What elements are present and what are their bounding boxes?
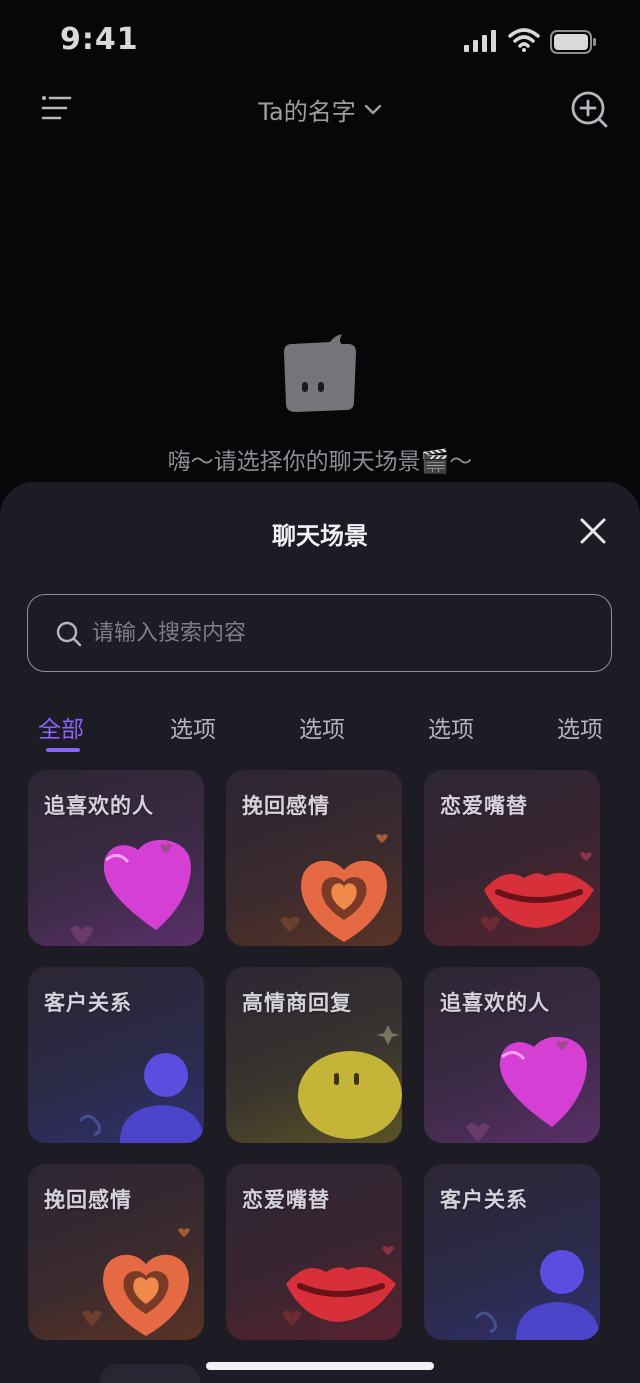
scene-card-label: 追喜欢的人 [440,991,550,1015]
scene-card[interactable]: 追喜欢的人 [28,770,204,946]
scene-card-label: 恋爱嘴替 [242,1188,330,1212]
tab-option-3[interactable]: 选项 [428,710,474,744]
chat-bubble-mascot-icon [284,334,356,412]
tab-option-2[interactable]: 选项 [299,710,345,744]
app-screen: 9:41 Ta的名字 嗨～请选择你的聊天场景🎬～ 聊天场景 请输入搜索内容 全部… [0,0,640,1383]
new-chat-icon[interactable] [570,90,610,130]
scene-card[interactable]: 挽回感情 [28,1164,204,1340]
battery-icon [550,30,596,54]
search-box[interactable] [27,594,612,672]
status-time: 9:41 [60,22,139,57]
scene-card-label: 高情商回复 [242,991,352,1015]
wifi-icon [508,28,540,52]
search-icon [56,621,82,647]
signal-icon [464,30,496,52]
scene-sheet: 聊天场景 全部 选项 选项 选项 选项 [0,482,640,1383]
scene-card[interactable]: 挽回感情 [226,770,402,946]
status-bar: 9:41 [0,0,640,86]
nav-title: Ta的名字 [258,98,356,126]
empty-state-text: 嗨～请选择你的聊天场景🎬～ [167,449,473,475]
scene-card[interactable]: 追喜欢的人 [424,967,600,1143]
scene-card-label: 恋爱嘴替 [440,794,528,818]
top-nav: Ta的名字 [0,86,640,134]
close-icon[interactable] [578,516,608,546]
home-indicator[interactable] [206,1362,434,1370]
scene-card[interactable]: 恋爱嘴替 [226,1164,402,1340]
scene-card-label: 客户关系 [44,991,132,1015]
empty-state: 嗨～请选择你的聊天场景🎬～ [0,330,640,476]
scene-card-partial [100,1364,200,1383]
scene-card-label: 客户关系 [440,1188,528,1212]
sheet-title: 聊天场景 [272,522,368,550]
tab-option-1[interactable]: 选项 [170,710,216,744]
scene-card-label: 挽回感情 [242,794,330,818]
tab-all[interactable]: 全部 [38,710,84,744]
search-input[interactable] [92,615,572,651]
chevron-down-icon [364,104,381,114]
scene-card[interactable]: 客户关系 [424,1164,600,1340]
category-tabs: 全部 选项 选项 选项 选项 [0,704,640,752]
scene-card[interactable]: 恋爱嘴替 [424,770,600,946]
active-tab-indicator [46,748,80,752]
tab-option-4[interactable]: 选项 [557,710,603,744]
scene-card-label: 追喜欢的人 [44,794,154,818]
scene-card[interactable]: 高情商回复 [226,967,402,1143]
persona-selector[interactable]: Ta的名字 [258,92,381,127]
scene-card[interactable]: 客户关系 [28,967,204,1143]
scene-card-label: 挽回感情 [44,1188,132,1212]
